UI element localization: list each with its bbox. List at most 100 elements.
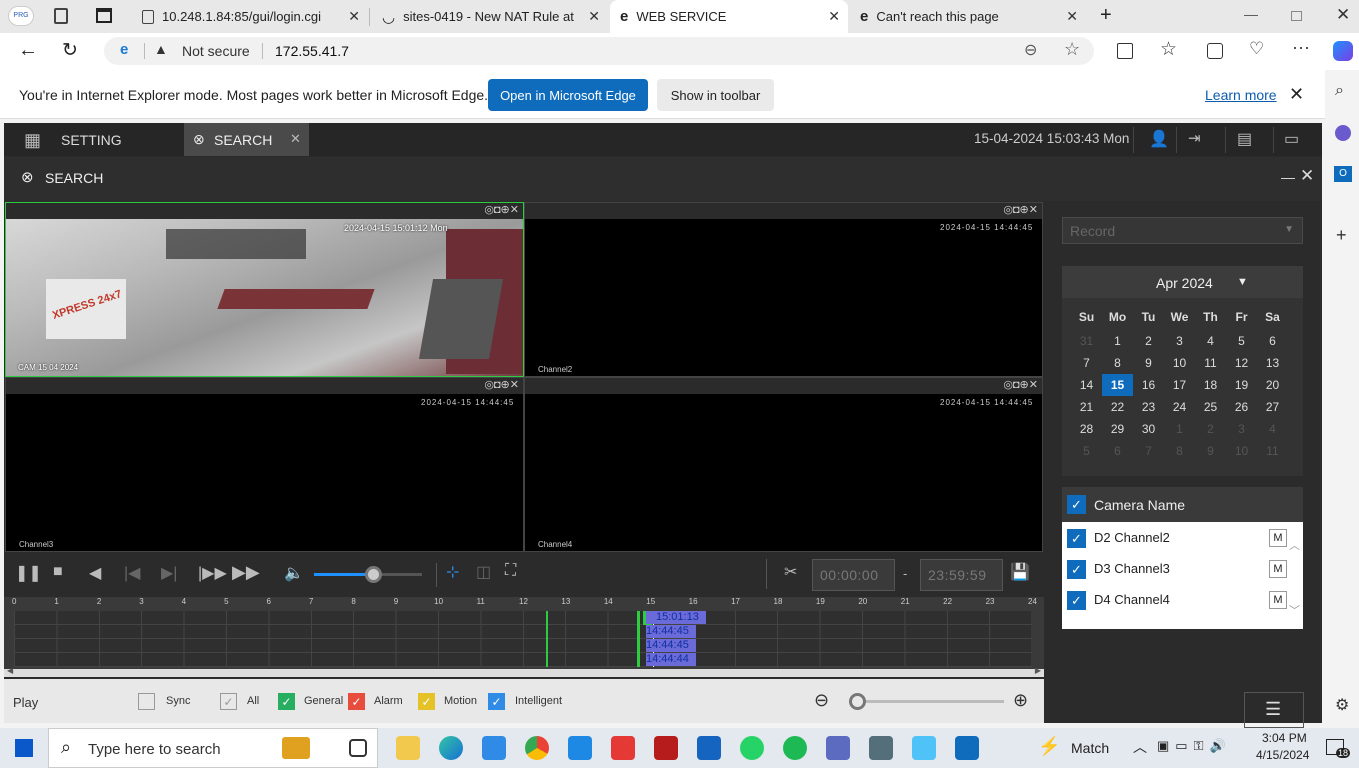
m-button[interactable]: M xyxy=(1269,560,1287,578)
general-checkbox[interactable]: ✓ xyxy=(278,693,295,710)
app-window-icon[interactable] xyxy=(697,736,721,760)
camera-list-item[interactable]: ✓ D3 Channel3 M xyxy=(1062,555,1302,585)
volume-slider-knob[interactable] xyxy=(365,566,383,583)
grid-menu-icon[interactable]: ▦ xyxy=(24,130,41,151)
calendar-day[interactable]: 10 xyxy=(1226,440,1257,462)
refresh-icon[interactable]: ↻ xyxy=(62,39,78,62)
calendar-day[interactable]: 12 xyxy=(1226,352,1257,374)
calendar-day[interactable]: 29 xyxy=(1102,418,1133,440)
close-banner-icon[interactable]: ✕ xyxy=(1289,84,1304,105)
calendar-day[interactable]: 2 xyxy=(1133,330,1164,352)
camera-view-1[interactable]: ◎◘⊕✕ XPRESS 24x7 2024-04-15 15:01:12 Mon… xyxy=(5,202,524,377)
calendar-day[interactable]: 5 xyxy=(1226,330,1257,352)
logout-icon[interactable]: ⇥ xyxy=(1188,129,1201,147)
list-view-button[interactable]: ☰ xyxy=(1244,692,1304,728)
save-clip-icon[interactable]: 💾 xyxy=(1010,562,1030,582)
close-tab-icon[interactable]: ✕ xyxy=(828,8,840,25)
file-explorer-icon[interactable] xyxy=(396,736,420,760)
calendar-month[interactable]: Apr 2024 xyxy=(1156,275,1213,291)
tab-actions-icon[interactable] xyxy=(96,8,112,23)
scroll-left-icon[interactable]: ◀ xyxy=(7,666,13,675)
camera-controls-icon[interactable]: ◎◘⊕✕ xyxy=(484,378,519,391)
profile-icon[interactable]: PRG xyxy=(8,6,34,26)
timeline-zoom-slider[interactable] xyxy=(849,693,1004,710)
calendar-day[interactable]: 7 xyxy=(1071,352,1102,374)
camera-checkbox[interactable]: ✓ xyxy=(1067,591,1086,610)
notes-icon[interactable] xyxy=(912,736,936,760)
camera-view-2[interactable]: ◎◘⊕✕ 2024-04-15 14:44:45 Channel2 xyxy=(524,202,1043,377)
scroll-right-icon[interactable]: ▶ xyxy=(1035,666,1041,675)
zoom-out-timeline-icon[interactable]: ⊖ xyxy=(814,690,829,711)
calendar-day[interactable]: 9 xyxy=(1133,352,1164,374)
tray-chevron-icon[interactable]: ︿ xyxy=(1133,737,1147,757)
split-screen-icon[interactable] xyxy=(1117,43,1133,59)
month-dropdown-icon[interactable]: ▼ xyxy=(1237,276,1248,288)
timeline-zoom-knob[interactable] xyxy=(849,693,866,710)
zoom-in-timeline-icon[interactable]: ⊕ xyxy=(1013,690,1028,711)
calendar-day[interactable]: 28 xyxy=(1071,418,1102,440)
calendar-day[interactable]: 24 xyxy=(1164,396,1195,418)
next-frame-icon[interactable]: ▶| xyxy=(161,563,177,583)
show-in-toolbar-button[interactable]: Show in toolbar xyxy=(657,79,774,111)
calendar-day[interactable]: 11 xyxy=(1257,440,1288,462)
tab-login[interactable]: 10.248.1.84:85/gui/login.cgi ✕ xyxy=(132,0,368,33)
camera-controls-icon[interactable]: ◎◘⊕✕ xyxy=(1003,203,1038,216)
timeline[interactable]: 0 1 2 3 4 5 6 7 8 9 10 11 12 13 14 15 16 17 18 19 20 21 22 23 24… xyxy=(4,597,1044,677)
tab-web-service[interactable]: e WEB SERVICE ✕ xyxy=(610,0,848,33)
favorite-star-icon[interactable]: ☆ xyxy=(1064,39,1080,60)
calendar-day[interactable]: 19 xyxy=(1226,374,1257,396)
spotify-icon[interactable] xyxy=(783,736,807,760)
extensions-icon[interactable]: ♡ xyxy=(1249,39,1264,59)
fullscreen-icon[interactable]: ⛶ xyxy=(505,562,516,580)
calendar-day[interactable]: 2 xyxy=(1195,418,1226,440)
layout-icon[interactable]: ▤ xyxy=(1237,129,1252,149)
scroll-up-icon[interactable]: ︿ xyxy=(1289,537,1300,553)
calendar-day[interactable]: 6 xyxy=(1257,330,1288,352)
motion-checkbox[interactable]: ✓ xyxy=(418,693,435,710)
camera-view-3[interactable]: ◎◘⊕✕ 2024-04-15 14:44:45 Channel3 xyxy=(5,377,524,552)
close-panel-icon[interactable]: ✕ xyxy=(1300,166,1314,186)
snapshot-icon[interactable]: ◫ xyxy=(476,562,491,582)
back-icon[interactable]: ← xyxy=(18,39,38,62)
camera-list-item[interactable]: ✓ D4 Channel4 M xyxy=(1062,586,1302,616)
all-checkbox[interactable]: ✓ xyxy=(220,693,237,710)
calendar-day[interactable]: 18 xyxy=(1195,374,1226,396)
remote-app-icon[interactable] xyxy=(611,736,635,760)
app-icon[interactable] xyxy=(654,736,678,760)
tab-cant-reach[interactable]: e Can't reach this page ✕ xyxy=(850,0,1086,33)
calendar-day[interactable]: 27 xyxy=(1257,396,1288,418)
tray-icons[interactable]: ▣▭⚿🔊 xyxy=(1157,738,1232,754)
collections-icon[interactable] xyxy=(1207,43,1223,59)
outlook-icon[interactable]: O xyxy=(1334,166,1352,182)
favorites-icon[interactable]: ☆ xyxy=(1160,38,1177,61)
calendar-day[interactable]: 10 xyxy=(1164,352,1195,374)
sync-checkbox[interactable] xyxy=(138,693,155,710)
play-backward-icon[interactable]: ◀ xyxy=(89,563,101,583)
calendar-day[interactable]: 8 xyxy=(1164,440,1195,462)
display-icon[interactable]: ▭ xyxy=(1284,129,1299,149)
alarm-checkbox[interactable]: ✓ xyxy=(348,693,365,710)
close-tab-icon[interactable]: ✕ xyxy=(588,8,600,25)
outlook-taskbar-icon[interactable] xyxy=(955,736,979,760)
close-tab-icon[interactable]: ✕ xyxy=(348,8,360,25)
monitor-app-icon[interactable] xyxy=(869,736,893,760)
windows-start-icon[interactable] xyxy=(15,739,33,757)
more-menu-icon[interactable]: ··· xyxy=(1292,37,1310,58)
select-all-checkbox[interactable]: ✓ xyxy=(1067,495,1086,514)
clock-date[interactable]: 4/15/2024 xyxy=(1256,748,1309,762)
intelligent-checkbox[interactable]: ✓ xyxy=(488,693,505,710)
calendar-day[interactable]: 16 xyxy=(1133,374,1164,396)
store-icon[interactable] xyxy=(482,736,506,760)
camera-checkbox[interactable]: ✓ xyxy=(1067,560,1086,579)
copilot-icon[interactable] xyxy=(1333,41,1353,61)
search-icon[interactable]: ⌕ xyxy=(1335,82,1344,100)
search-tab[interactable]: ⊗ SEARCH ✕ xyxy=(184,123,309,156)
calendar-day[interactable]: 25 xyxy=(1195,396,1226,418)
calendar-day[interactable]: 4 xyxy=(1195,330,1226,352)
learn-more-link[interactable]: Learn more xyxy=(1205,87,1277,103)
calendar-day[interactable]: 13 xyxy=(1257,352,1288,374)
calendar-day[interactable]: 4 xyxy=(1257,418,1288,440)
calendar-day[interactable]: 8 xyxy=(1102,352,1133,374)
ie-mode-icon[interactable]: e xyxy=(120,41,128,58)
camera-controls-icon[interactable]: ◎◘⊕✕ xyxy=(484,203,519,216)
